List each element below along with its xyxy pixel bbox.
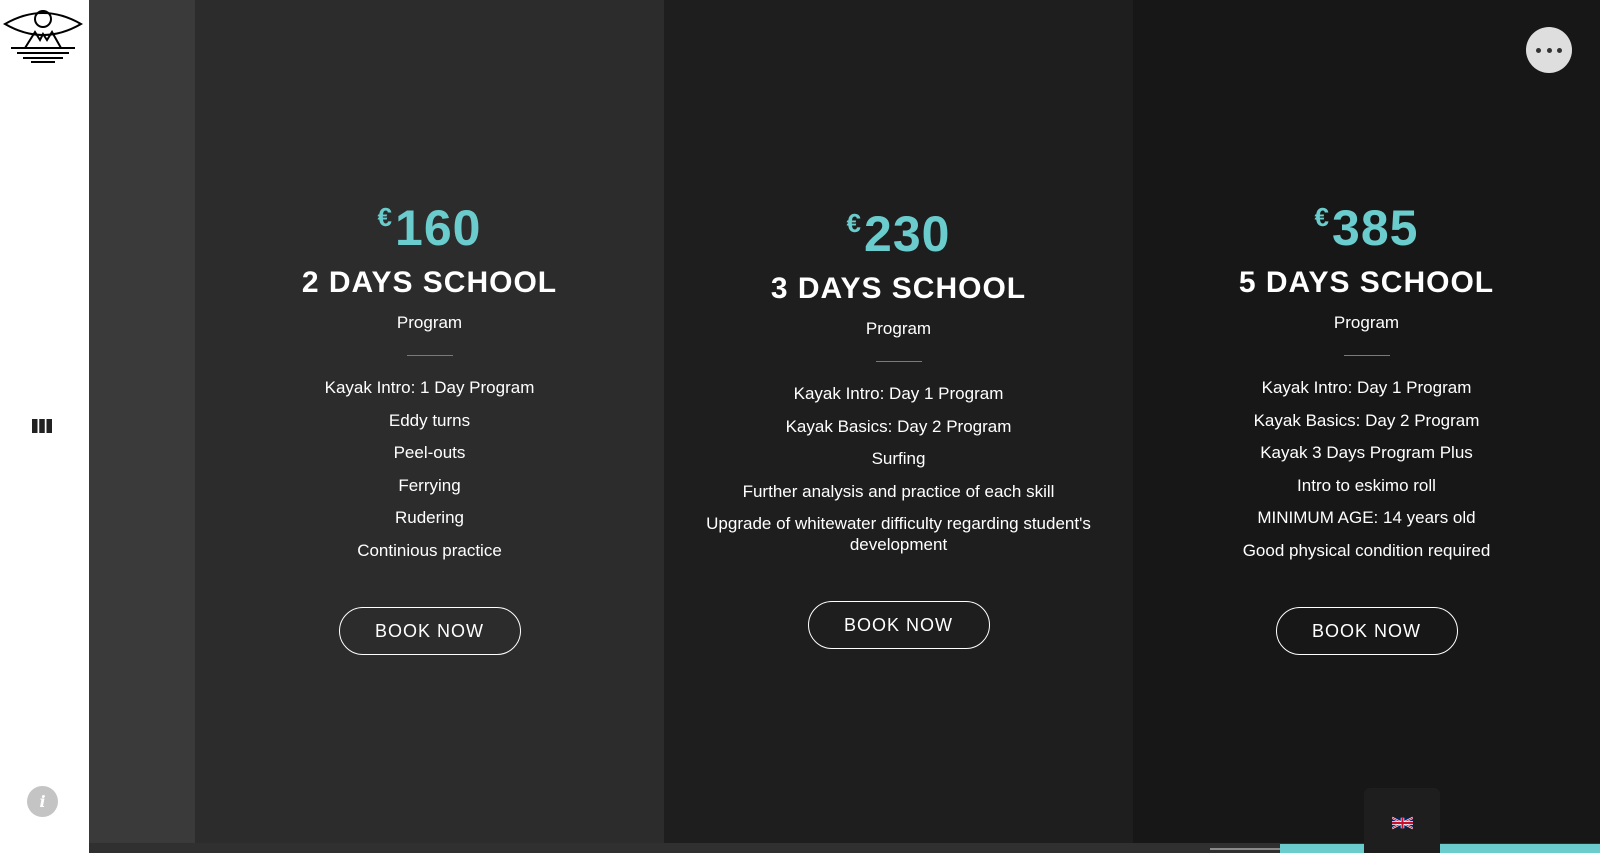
feature-item: Rudering <box>395 508 464 527</box>
book-now-button[interactable]: BOOK NOW <box>807 601 990 649</box>
feature-item: Kayak Basics: Day 2 Program <box>785 416 1012 436</box>
currency-symbol: € <box>1314 202 1330 232</box>
price: €230 <box>664 206 1133 262</box>
feature-item: Kayak Intro: Day 1 Program <box>793 384 1004 403</box>
bottom-progress-accent <box>1280 844 1600 853</box>
feature-item: Kayak 3 Days Program Plus <box>1260 443 1473 462</box>
language-switcher[interactable] <box>1364 788 1440 853</box>
plan-subtitle: Program <box>1333 313 1400 332</box>
feature-list: Kayak Intro: Day 1 Program Kayak Basics:… <box>1163 377 1570 572</box>
uk-flag-icon <box>1392 816 1413 830</box>
feature-list: Kayak Intro: 1 Day Program Eddy turns Pe… <box>225 377 634 572</box>
more-dots-icon <box>1557 48 1562 53</box>
feature-item: Kayak Basics: Day 2 Program <box>1253 410 1480 430</box>
feature-item: Kayak Intro: Day 1 Program <box>1261 378 1472 397</box>
price: €160 <box>195 200 664 256</box>
feature-list: Kayak Intro: Day 1 Program Kayak Basics:… <box>694 383 1103 567</box>
feature-item: Ferrying <box>398 475 461 495</box>
divider <box>406 355 453 356</box>
currency-symbol: € <box>377 202 393 232</box>
book-now-button[interactable]: BOOK NOW <box>338 607 521 655</box>
feature-item: Intro to eskimo roll <box>1297 475 1436 495</box>
plan-title: 2 DAYS SCHOOL <box>301 266 558 299</box>
currency-symbol: € <box>846 208 862 238</box>
feature-item: Eddy turns <box>388 410 471 430</box>
price-amount: 160 <box>395 200 482 256</box>
pricing-column-3-days: €230 3 DAYS SCHOOL Program Kayak Intro: … <box>664 0 1133 853</box>
price-amount: 385 <box>1332 200 1419 256</box>
plan-subtitle: Program <box>865 319 932 338</box>
more-dots-icon <box>1536 48 1541 53</box>
plan-title: 5 DAYS SCHOOL <box>1238 266 1495 299</box>
feature-item: Surfing <box>871 449 926 468</box>
columns-menu-icon[interactable] <box>32 418 52 434</box>
divider <box>1343 355 1390 356</box>
feature-item: Good physical condition required <box>1242 540 1491 560</box>
more-dots-icon <box>1546 48 1552 53</box>
plan-subtitle: Program <box>396 313 463 332</box>
more-options-button[interactable] <box>1526 27 1572 73</box>
bottom-progress-marker <box>1210 848 1280 850</box>
feature-item: MINIMUM AGE: 14 years old <box>1257 508 1476 527</box>
pricing-column-2-days: €160 2 DAYS SCHOOL Program Kayak Intro: … <box>195 0 664 853</box>
left-decorative-strip <box>89 0 195 853</box>
info-icon[interactable]: i <box>27 786 58 817</box>
divider <box>875 361 922 362</box>
feature-item: Peel-outs <box>393 443 466 462</box>
feature-item: Kayak Intro: 1 Day Program <box>324 378 535 397</box>
plan-title: 3 DAYS SCHOOL <box>770 272 1027 305</box>
feature-item: Upgrade of whitewater difficulty regardi… <box>706 514 1091 554</box>
logo-icon[interactable] <box>3 4 83 64</box>
book-now-button[interactable]: BOOK NOW <box>1275 607 1458 655</box>
sidebar: i <box>0 0 89 853</box>
price-amount: 230 <box>864 206 951 262</box>
pricing-column-5-days: €385 5 DAYS SCHOOL Program Kayak Intro: … <box>1133 0 1600 853</box>
feature-item: Continious practice <box>357 540 502 560</box>
price: €385 <box>1133 200 1600 256</box>
feature-item: Further analysis and practice of each sk… <box>742 481 1055 501</box>
